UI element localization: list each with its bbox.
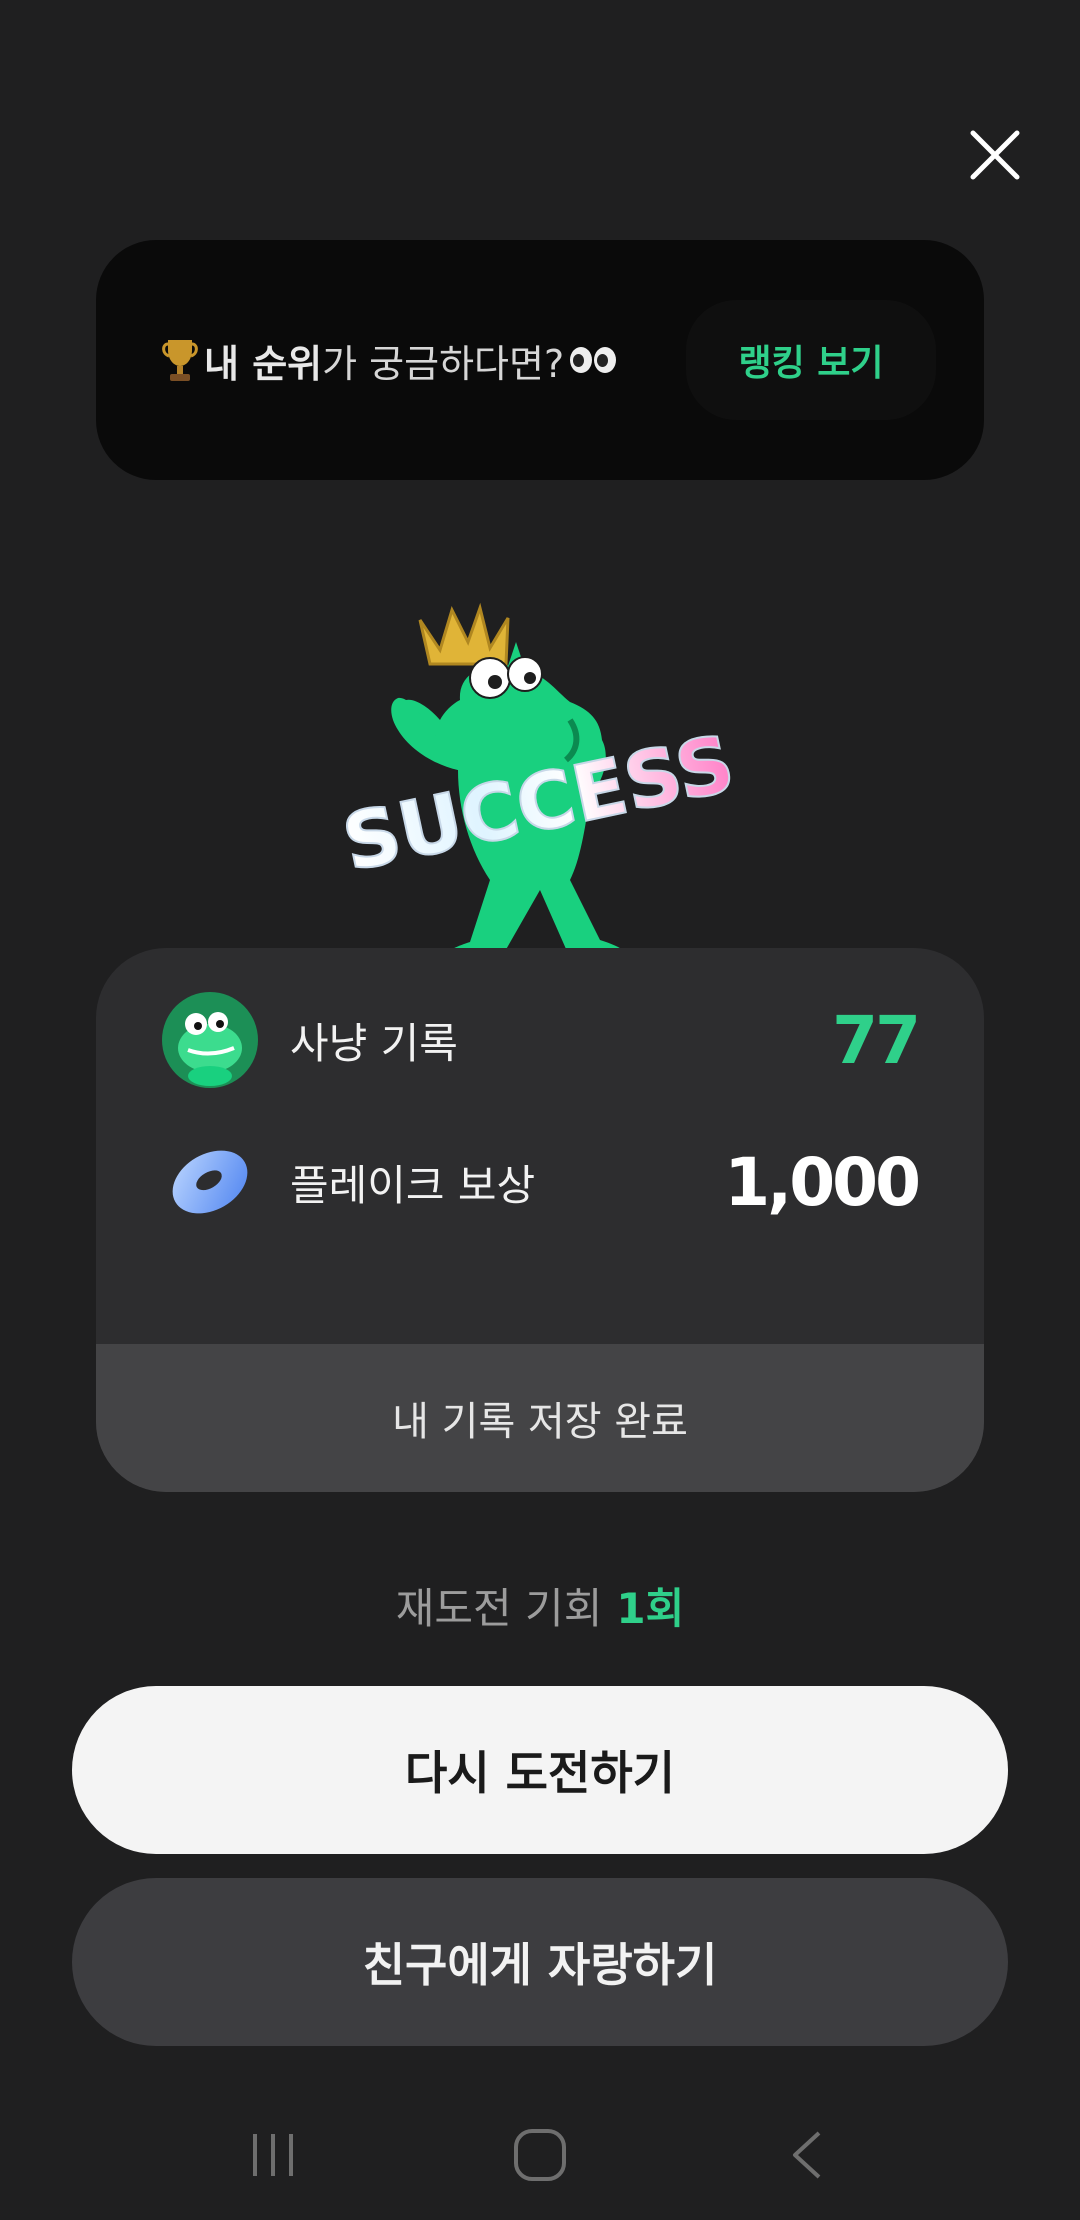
reward-row: 플레이크 보상 1,000	[162, 1132, 921, 1232]
flake-donut-icon	[172, 1150, 248, 1214]
home-icon	[513, 2129, 566, 2181]
system-nav-bar	[0, 2090, 1080, 2220]
recent-apps-icon	[253, 2134, 294, 2176]
record-saved-status: 내 기록 저장 완료	[96, 1344, 984, 1492]
dino-avatar-icon	[162, 992, 258, 1088]
record-label: 사냥 기록	[290, 1018, 458, 1068]
record-value: 77	[832, 1001, 921, 1079]
retry-count: 1회	[616, 1584, 685, 1633]
retry-label: 재도전 기회	[395, 1584, 603, 1633]
share-with-friends-button[interactable]: 친구에게 자랑하기	[72, 1878, 1008, 2046]
trophy-icon	[162, 340, 198, 381]
reward-value: 1,000	[724, 1143, 921, 1221]
close-icon	[970, 130, 1020, 180]
retry-chances: 재도전 기회 1회	[0, 1575, 1080, 1636]
close-button[interactable]	[960, 120, 1030, 190]
rank-banner-text: 내 순위 가 궁금하다면?	[160, 333, 618, 388]
back-button[interactable]	[767, 2115, 847, 2195]
success-mascot-image: SUCCESS	[340, 602, 740, 971]
rank-banner-bold: 내 순위	[204, 341, 323, 386]
reward-label: 플레이크 보상	[290, 1160, 536, 1210]
rank-banner-rest: 가 궁금하다면?	[322, 341, 565, 386]
recent-apps-button[interactable]	[233, 2115, 313, 2195]
retry-button[interactable]: 다시 도전하기	[72, 1686, 1008, 1854]
home-button[interactable]	[500, 2115, 580, 2195]
result-card: 사냥 기록 77 플레이크 보상 1,000 내 기록 저장 완료	[96, 948, 984, 1492]
view-ranking-button[interactable]: 랭킹 보기	[686, 300, 936, 420]
result-screen: 내 순위 가 궁금하다면? 랭킹 보기 SUCCESS 사냥 기록 77 플레이…	[0, 0, 1080, 2220]
eyes-icon	[570, 347, 618, 373]
rank-banner: 내 순위 가 궁금하다면? 랭킹 보기	[96, 240, 984, 480]
record-row: 사냥 기록 77	[162, 990, 921, 1090]
back-icon	[792, 2131, 820, 2179]
